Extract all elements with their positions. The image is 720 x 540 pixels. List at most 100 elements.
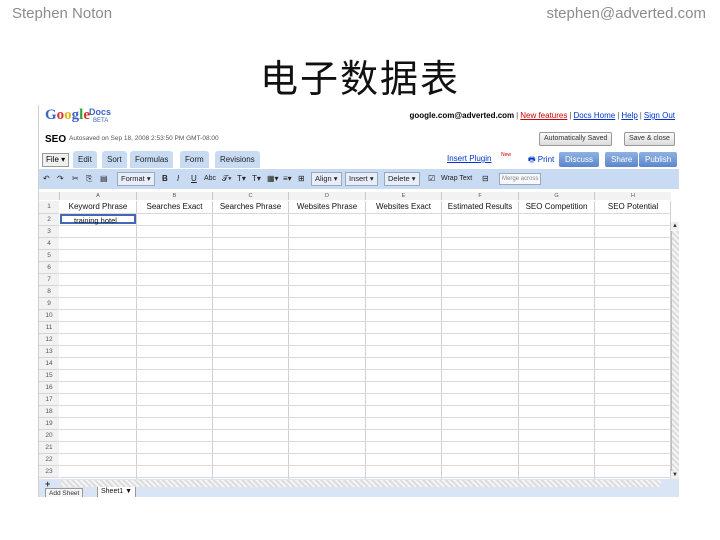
cell-g1[interactable]: SEO Competition: [519, 201, 595, 213]
paste-icon[interactable]: ▤: [100, 172, 108, 185]
italic-button[interactable]: I: [177, 172, 179, 185]
sign-out-link[interactable]: Sign Out: [644, 111, 675, 120]
merge-icon[interactable]: ⊟: [482, 172, 489, 185]
vertical-scrollbar[interactable]: [671, 231, 679, 471]
link-icon[interactable]: ⊞: [298, 172, 305, 185]
redo-icon[interactable]: ↷: [57, 172, 64, 185]
borders-icon[interactable]: ▦▾: [267, 172, 279, 185]
cell-a1[interactable]: Keyword Phrase: [60, 201, 137, 213]
insert-plugin-link[interactable]: Insert Plugin: [447, 154, 491, 163]
print-link[interactable]: 🖶 Print: [528, 154, 554, 168]
insert-dropdown[interactable]: Insert ▾: [345, 172, 378, 186]
row-header-7[interactable]: 7: [39, 274, 59, 286]
merge-across-button[interactable]: Merge across: [499, 173, 542, 185]
account-email: google.com@adverted.com: [409, 111, 515, 120]
strikethrough-button[interactable]: Abc: [204, 172, 216, 185]
row-header-17[interactable]: 17: [39, 394, 59, 406]
selected-cell-a2[interactable]: training hotel: [60, 214, 136, 225]
column-divider: [136, 201, 137, 479]
row-header-2[interactable]: 2: [39, 214, 59, 226]
docs-home-link[interactable]: Docs Home: [573, 111, 615, 120]
column-header-d[interactable]: D: [289, 192, 366, 200]
undo-icon[interactable]: ↶: [43, 172, 50, 185]
column-header-h[interactable]: H: [595, 192, 671, 200]
row-divider: [60, 465, 671, 466]
file-menu-button[interactable]: File ▾: [42, 153, 70, 167]
share-button[interactable]: Share: [605, 152, 639, 167]
horizontal-scrollbar[interactable]: [61, 480, 661, 487]
row-header-9[interactable]: 9: [39, 298, 59, 310]
help-link[interactable]: Help: [621, 111, 637, 120]
row-header-15[interactable]: 15: [39, 370, 59, 382]
row-header-8[interactable]: 8: [39, 286, 59, 298]
column-divider: [441, 201, 442, 479]
row-header-21[interactable]: 21: [39, 442, 59, 454]
slide-title: 电子数据表: [259, 57, 460, 101]
row-header-12[interactable]: 12: [39, 334, 59, 346]
tab-sort[interactable]: Sort: [102, 151, 127, 168]
new-features-link[interactable]: New features: [520, 111, 567, 120]
copy-icon[interactable]: ⎘: [86, 172, 92, 185]
row-header-22[interactable]: 22: [39, 454, 59, 466]
scroll-down-icon[interactable]: ▼: [671, 471, 679, 479]
scroll-up-icon[interactable]: ▲: [671, 222, 679, 230]
row-header-10[interactable]: 10: [39, 310, 59, 322]
tab-edit[interactable]: Edit: [73, 151, 97, 168]
sheet-tab-sheet1[interactable]: Sheet1 ▼: [97, 487, 137, 497]
align-left-icon[interactable]: ≡▾: [283, 172, 292, 185]
google-logo[interactable]: Google: [45, 107, 90, 124]
cell-d1[interactable]: Websites Phrase: [289, 201, 366, 213]
column-header-f[interactable]: F: [442, 192, 519, 200]
row-header-5[interactable]: 5: [39, 250, 59, 262]
discuss-button[interactable]: Discuss: [559, 152, 600, 167]
row-header-18[interactable]: 18: [39, 406, 59, 418]
column-header-a[interactable]: A: [60, 192, 137, 200]
format-dropdown[interactable]: Format ▾: [117, 172, 155, 186]
underline-button[interactable]: U: [191, 172, 197, 185]
text-color-icon[interactable]: T▾: [237, 172, 246, 185]
align-dropdown[interactable]: Align ▾: [311, 172, 342, 186]
font-size-icon[interactable]: 𝒯▾: [222, 172, 232, 185]
cell-e1[interactable]: Websites Exact: [366, 201, 442, 213]
document-name[interactable]: SEO: [45, 134, 66, 145]
row-header-3[interactable]: 3: [39, 226, 59, 238]
cell-b1[interactable]: Searches Exact: [137, 201, 213, 213]
cut-icon[interactable]: ✂: [72, 172, 79, 185]
top-links: google.com@adverted.com | New features | Doc…: [409, 111, 675, 120]
bg-color-icon[interactable]: T▾: [252, 172, 261, 185]
column-header-g[interactable]: G: [519, 192, 595, 200]
row-header-20[interactable]: 20: [39, 430, 59, 442]
spreadsheet-screenshot: Google Docs BETA google.com@adverted.com…: [38, 105, 679, 497]
row-divider: [60, 261, 671, 262]
row-divider: [60, 273, 671, 274]
row-header-6[interactable]: 6: [39, 262, 59, 274]
row-header-16[interactable]: 16: [39, 382, 59, 394]
row-divider: [60, 369, 671, 370]
column-divider: [288, 201, 289, 479]
cell-f1[interactable]: Estimated Results: [442, 201, 519, 213]
row-header-11[interactable]: 11: [39, 322, 59, 334]
wrap-text-checkbox[interactable]: ☑: [428, 172, 435, 185]
column-header-b[interactable]: B: [137, 192, 213, 200]
save-close-button[interactable]: Save & close: [624, 132, 675, 146]
row-header-23[interactable]: 23: [39, 466, 59, 478]
row-header-1[interactable]: 1: [39, 201, 59, 214]
delete-dropdown[interactable]: Delete ▾: [384, 172, 420, 186]
beta-label: BETA: [93, 118, 109, 124]
cell-c1[interactable]: Searches Phrase: [213, 201, 289, 213]
publish-button[interactable]: Publish: [639, 152, 678, 167]
add-sheet-button[interactable]: Add Sheet: [45, 488, 84, 497]
automatically-saved-button[interactable]: Automatically Saved: [539, 132, 613, 146]
tab-formulas[interactable]: Formulas: [130, 151, 174, 168]
tab-revisions[interactable]: Revisions: [215, 151, 260, 168]
column-header-c[interactable]: C: [213, 192, 289, 200]
row-header-14[interactable]: 14: [39, 358, 59, 370]
bold-button[interactable]: B: [162, 172, 168, 185]
tab-form[interactable]: Form: [180, 151, 209, 168]
row-header-13[interactable]: 13: [39, 346, 59, 358]
row-header-19[interactable]: 19: [39, 418, 59, 430]
column-header-e[interactable]: E: [366, 192, 442, 200]
row-divider: [60, 297, 671, 298]
cell-h1[interactable]: SEO Potential: [595, 201, 671, 213]
row-header-4[interactable]: 4: [39, 238, 59, 250]
